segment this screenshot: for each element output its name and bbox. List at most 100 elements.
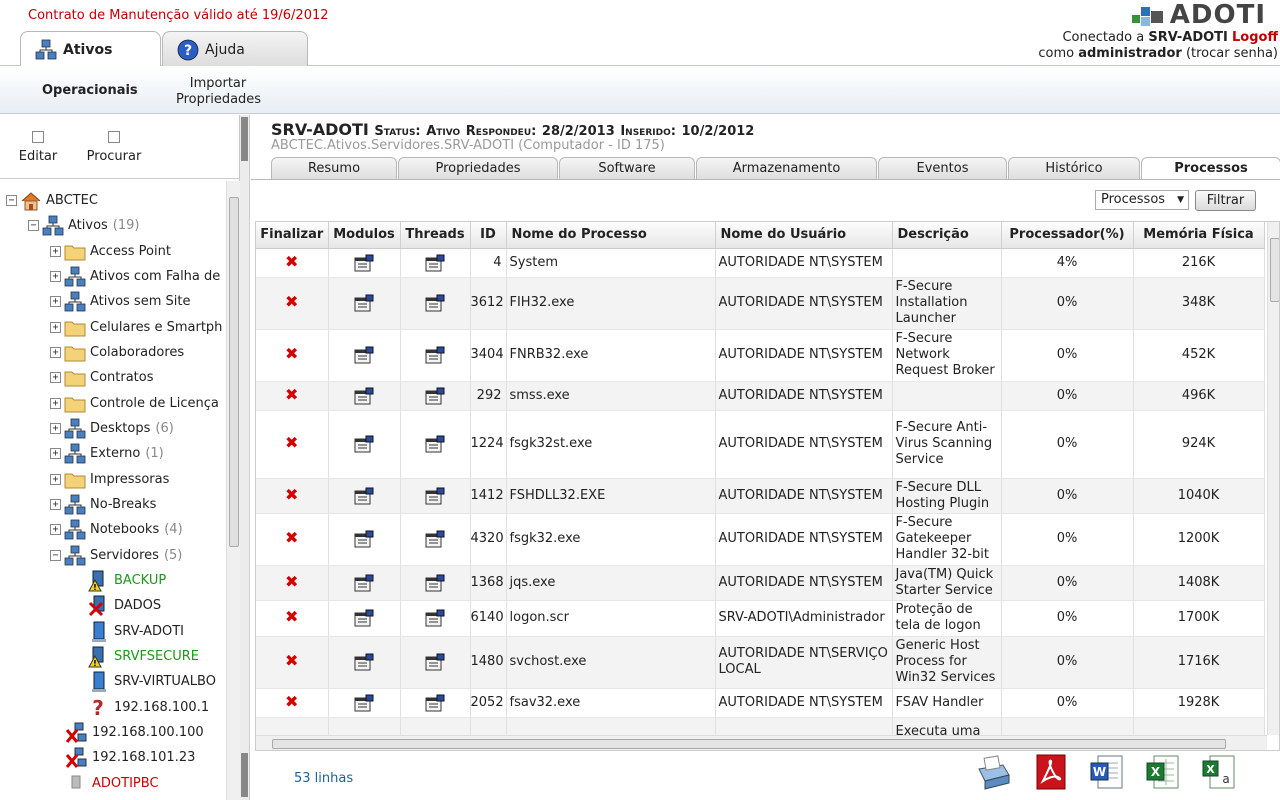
- tree-node-controle-licenca[interactable]: + Controle de Licença: [50, 391, 219, 416]
- threads-icon[interactable]: [425, 254, 445, 272]
- threads-icon[interactable]: [425, 487, 445, 505]
- grid-horizontal-scrollbar[interactable]: [256, 735, 1267, 750]
- close-icon[interactable]: ✖: [285, 253, 298, 270]
- tab-eventos[interactable]: Eventos: [878, 157, 1007, 179]
- expand-toggle[interactable]: +: [50, 271, 61, 282]
- threads-icon[interactable]: [425, 346, 445, 364]
- close-icon[interactable]: ✖: [285, 609, 298, 625]
- tree-node-externo[interactable]: + Externo (1): [50, 441, 164, 466]
- expand-toggle[interactable]: +: [50, 524, 61, 535]
- close-icon[interactable]: ✖: [285, 530, 298, 546]
- close-icon[interactable]: ✖: [285, 486, 298, 503]
- threads-icon[interactable]: [425, 530, 445, 548]
- threads-icon[interactable]: [425, 574, 445, 592]
- tree-scrollbar[interactable]: [226, 181, 240, 800]
- col-memoria[interactable]: Memória Física: [1133, 222, 1265, 249]
- collapse-toggle[interactable]: −: [28, 220, 39, 231]
- tree-node-impressoras[interactable]: + Impressoras: [50, 467, 169, 492]
- tab-armazenamento[interactable]: Armazenamento: [696, 157, 877, 179]
- panel-splitter[interactable]: [240, 115, 250, 800]
- tab-software[interactable]: Software: [559, 157, 695, 179]
- pdf-export-icon[interactable]: [1032, 753, 1070, 791]
- expand-toggle[interactable]: +: [50, 423, 61, 434]
- expand-toggle[interactable]: +: [50, 322, 61, 333]
- close-icon[interactable]: ✖: [285, 693, 298, 710]
- tree-node-no-breaks[interactable]: + No-Breaks: [50, 492, 156, 517]
- modules-icon[interactable]: [354, 294, 374, 312]
- col-threads[interactable]: Threads: [400, 222, 471, 249]
- modules-icon[interactable]: [354, 694, 374, 712]
- grid-vertical-scrollbar[interactable]: [1267, 222, 1279, 735]
- csv-export-icon[interactable]: aX: [1200, 753, 1238, 791]
- tree-node-notebooks[interactable]: + Notebooks (4): [50, 517, 183, 542]
- filtrar-button[interactable]: Filtrar: [1195, 190, 1256, 211]
- tree-node-srv-virtualbox[interactable]: SRV-VIRTUALBO: [88, 669, 216, 694]
- col-processador[interactable]: Processador(%): [1001, 222, 1134, 249]
- excel-export-icon[interactable]: X: [1144, 753, 1182, 791]
- modules-icon[interactable]: [354, 387, 374, 405]
- modules-icon[interactable]: [354, 653, 374, 671]
- tree-node-dados[interactable]: DADOS: [88, 593, 161, 618]
- scroll-thumb[interactable]: [1270, 238, 1279, 302]
- modules-icon[interactable]: [354, 435, 374, 453]
- threads-icon[interactable]: [425, 694, 445, 712]
- tree-node-192-168-100-100[interactable]: 192.168.100.100: [65, 720, 204, 745]
- tree-node-desktops[interactable]: + Desktops (6): [50, 416, 174, 441]
- tree-node-ativos-falha[interactable]: + Ativos com Falha de: [50, 264, 220, 289]
- modules-icon[interactable]: [354, 346, 374, 364]
- tree-node-backup[interactable]: ! BACKUP: [88, 568, 166, 593]
- expand-toggle[interactable]: +: [50, 296, 61, 307]
- modules-icon[interactable]: [354, 609, 374, 627]
- procurar-button[interactable]: Procurar: [84, 131, 144, 164]
- tree-node-srvfsecure[interactable]: ! SRVFSECURE: [88, 644, 199, 669]
- collapse-toggle[interactable]: −: [50, 550, 61, 561]
- scroll-thumb[interactable]: [272, 739, 1226, 749]
- threads-icon[interactable]: [425, 435, 445, 453]
- modules-icon[interactable]: [354, 574, 374, 592]
- tree-node-192-168-100-1[interactable]: ? 192.168.100.1: [88, 695, 209, 720]
- tree-node-srv-adoti[interactable]: SRV-ADOTI: [88, 619, 184, 644]
- modules-icon[interactable]: [354, 530, 374, 548]
- tree-node-ativos[interactable]: − Ativos (19): [28, 213, 139, 238]
- expand-toggle[interactable]: +: [50, 499, 61, 510]
- change-password-link[interactable]: (trocar senha): [1186, 46, 1278, 61]
- expand-toggle[interactable]: +: [50, 246, 61, 257]
- tree-node-access-point[interactable]: + Access Point: [50, 239, 171, 264]
- expand-toggle[interactable]: +: [50, 372, 61, 383]
- word-export-icon[interactable]: W: [1088, 753, 1126, 791]
- collapse-toggle[interactable]: −: [6, 195, 17, 206]
- close-icon[interactable]: ✖: [285, 435, 298, 451]
- tree-node-ativos-sem-site[interactable]: + Ativos sem Site: [50, 289, 190, 314]
- modules-icon[interactable]: [354, 254, 374, 272]
- tab-historico[interactable]: Histórico: [1008, 157, 1140, 179]
- expand-toggle[interactable]: +: [50, 448, 61, 459]
- filter-select[interactable]: Processos ▼: [1095, 190, 1189, 210]
- col-finalizar[interactable]: Finalizar: [256, 222, 329, 249]
- tree-node-abctec[interactable]: − ABCTEC: [6, 188, 98, 213]
- editar-button[interactable]: Editar: [16, 131, 60, 164]
- close-icon[interactable]: ✖: [285, 294, 298, 310]
- tree-node-celulares[interactable]: + Celulares e Smartph: [50, 315, 222, 340]
- close-icon[interactable]: ✖: [285, 386, 298, 403]
- threads-icon[interactable]: [425, 609, 445, 627]
- col-id[interactable]: ID: [470, 222, 507, 249]
- tab-ativos[interactable]: Ativos: [20, 31, 161, 67]
- tab-propriedades[interactable]: Propriedades: [398, 157, 558, 179]
- tree-node-adotipbc[interactable]: ADOTIPBC: [66, 771, 159, 793]
- close-icon[interactable]: ✖: [285, 653, 298, 669]
- operacionais-button[interactable]: Operacionais: [42, 83, 138, 98]
- tree-node-192-168-101-23[interactable]: 192.168.101.23: [65, 745, 195, 770]
- scroll-thumb[interactable]: [229, 197, 239, 547]
- tab-processos[interactable]: Processos: [1141, 157, 1280, 179]
- close-icon[interactable]: ✖: [285, 573, 298, 590]
- expand-toggle[interactable]: +: [50, 474, 61, 485]
- col-modulos[interactable]: Modulos: [328, 222, 401, 249]
- col-descricao[interactable]: Descrição: [892, 222, 1002, 249]
- threads-icon[interactable]: [425, 387, 445, 405]
- importar-propriedades-button[interactable]: Importar Propriedades: [176, 76, 261, 108]
- col-nome-usuario[interactable]: Nome do Usuário: [715, 222, 893, 249]
- tree-node-servidores[interactable]: − Servidores (5): [50, 543, 182, 568]
- tree-node-colaboradores[interactable]: + Colaboradores: [50, 340, 184, 365]
- tab-resumo[interactable]: Resumo: [271, 157, 397, 179]
- splitter-handle-top[interactable]: [241, 117, 248, 161]
